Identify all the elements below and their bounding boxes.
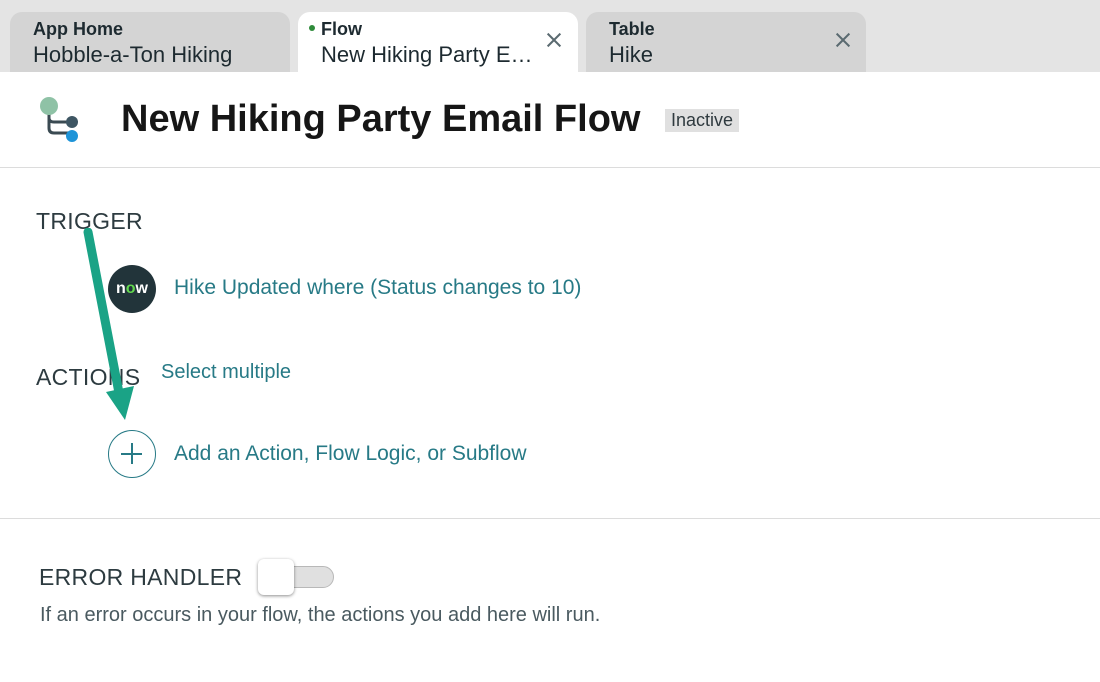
section-divider: [0, 518, 1100, 519]
close-icon[interactable]: [543, 29, 565, 51]
tab-name-label: New Hiking Party Em...: [321, 42, 546, 67]
page-title: New Hiking Party Email Flow: [121, 98, 641, 140]
error-handler-label: ERROR HANDLER: [39, 564, 243, 590]
tab-type-label: Flow: [321, 19, 362, 39]
tab-name-label: Hobble-a-Ton Hiking: [33, 42, 233, 67]
tab-type-label: App Home: [33, 19, 123, 39]
tab-bar: App Home Hobble-a-Ton Hiking Flow New Hi…: [0, 0, 1100, 72]
unsaved-dot-icon: [309, 25, 315, 31]
status-badge: Inactive: [665, 109, 740, 132]
annotation-arrow-icon: [83, 228, 134, 420]
trigger-link[interactable]: Hike Updated where (Status changes to 10…: [174, 276, 581, 300]
tab-name-label: Hike: [609, 42, 654, 67]
select-multiple-link[interactable]: Select multiple: [161, 361, 291, 384]
add-action-icon[interactable]: [108, 430, 156, 478]
tab-app-home[interactable]: App Home Hobble-a-Ton Hiking: [10, 12, 290, 72]
flow-icon: [40, 97, 78, 142]
error-handler-description: If an error occurs in your flow, the act…: [40, 604, 601, 626]
tab-table[interactable]: Table Hike: [586, 12, 866, 72]
tab-flow[interactable]: Flow New Hiking Party Em...: [298, 12, 578, 72]
close-icon[interactable]: [832, 29, 854, 51]
flow-header: New Hiking Party Email Flow Inactive: [0, 72, 1100, 168]
error-handler-toggle[interactable]: [258, 559, 334, 595]
add-action-link[interactable]: Add an Action, Flow Logic, or Subflow: [174, 442, 527, 466]
tab-type-label: Table: [609, 19, 655, 39]
toggle-knob: [258, 559, 294, 595]
